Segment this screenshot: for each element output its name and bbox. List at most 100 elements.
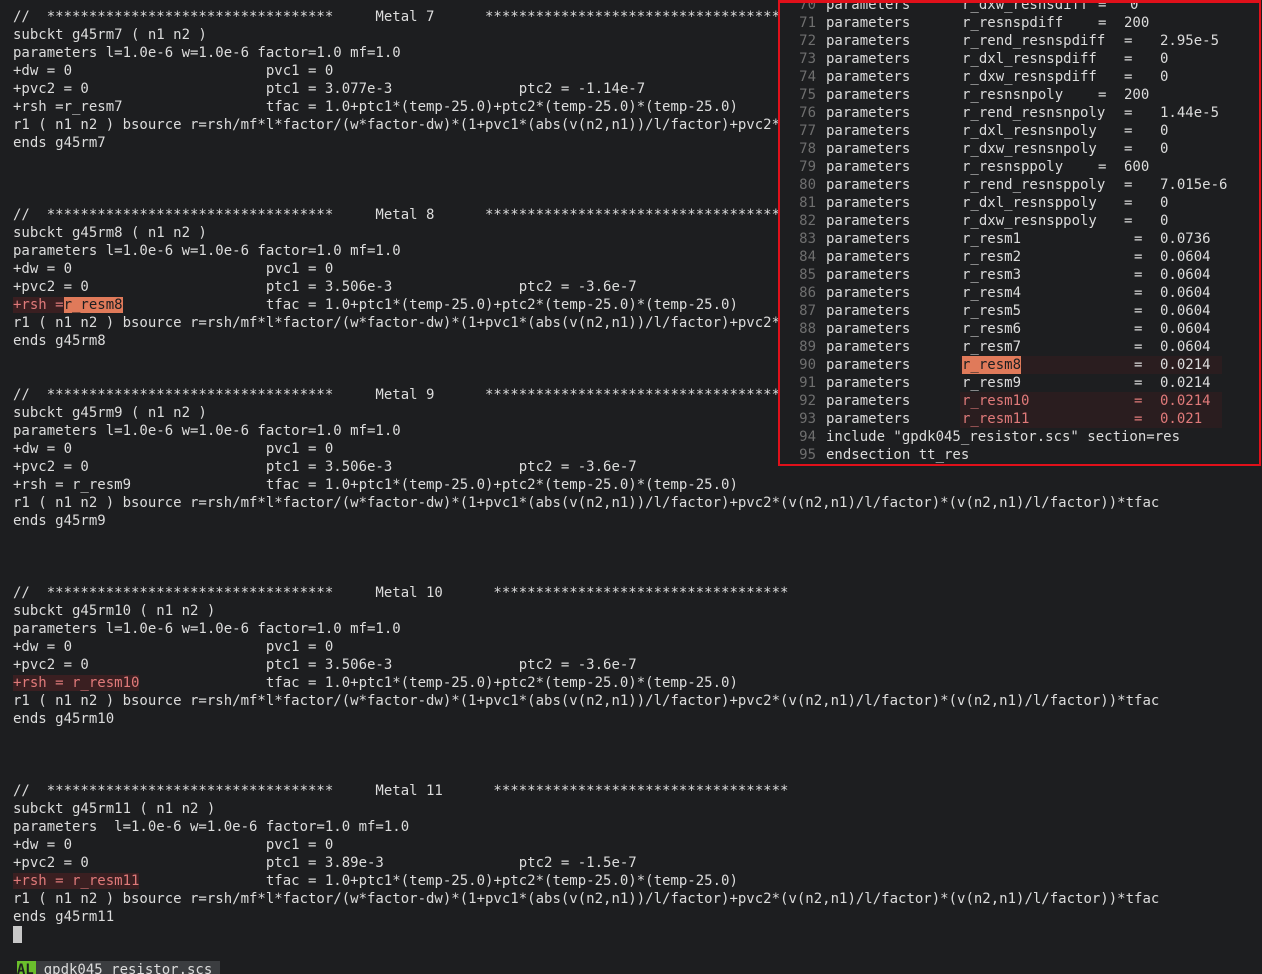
code-text: endsection tt_res	[826, 447, 970, 463]
code-line: r1 ( n1 n2 ) bsource r=rsh/mf*l*factor/(…	[13, 692, 1159, 710]
equals-sign: =	[1098, 15, 1107, 31]
param-name: r_dxw_resnsnpoly	[962, 141, 1097, 157]
param-value: 0	[1160, 141, 1169, 157]
param-row: 91 parameters r_resm9 = 0.0214	[780, 374, 1259, 392]
code-text: +pvc2 = 0 ptc1 = 3.077e-3 ptc2 = -1.14e-…	[13, 81, 646, 97]
line-number: 71	[799, 15, 816, 31]
param-name: r_resnspdiff	[962, 15, 1064, 31]
param-row: 75 parameters r_resnsnpoly = 200	[780, 86, 1259, 104]
param-value: 600	[1124, 159, 1150, 175]
code-text: ends g45rm7	[13, 135, 106, 151]
tail-line: 94 include "gpdk045_resistor.scs" section…	[780, 428, 1259, 446]
code-text: r1 ( n1 n2 ) bsource r=rsh/mf*l*factor/(…	[13, 891, 1160, 907]
code-line: +rsh = r_resm10 tfac = 1.0+ptc1*(temp-25…	[13, 674, 738, 692]
equals-sign: =	[1124, 141, 1133, 157]
param-value: 0.0214	[1160, 357, 1211, 373]
param-row: 86 parameters r_resm4 = 0.0604	[780, 284, 1259, 302]
keyword: parameters	[826, 33, 911, 49]
equals-sign: =	[1134, 357, 1143, 373]
code-line: // ********************************** Me…	[13, 782, 788, 800]
param-row: 81 parameters r_dxl_resnsppoly = 0	[780, 194, 1259, 212]
code-text: subckt g45rm7 ( n1 n2 )	[13, 27, 207, 43]
param-value: 0.0604	[1160, 285, 1211, 301]
line-number: 74	[799, 69, 816, 85]
code-text: include "gpdk045_resistor.scs" section=r…	[826, 429, 1181, 445]
param-name: r_rend_resnsnpoly	[962, 105, 1106, 121]
param-row: 84 parameters r_resm2 = 0.0604	[780, 248, 1259, 266]
text-cursor	[13, 926, 22, 943]
param-name: r_resm10	[962, 393, 1030, 409]
param-row: 73 parameters r_dxl_resnspdiff = 0	[780, 50, 1259, 68]
param-name: r_resm7	[962, 339, 1022, 355]
code-line: ends g45rm9	[13, 512, 106, 530]
keyword: parameters	[826, 285, 911, 301]
filename-tab[interactable]: gpdk045_resistor.scs	[35, 961, 221, 974]
param-row: 74 parameters r_dxw_resnspdiff = 0	[780, 68, 1259, 86]
keyword: parameters	[826, 69, 911, 85]
param-row: 82 parameters r_dxw_resnsppoly = 0	[780, 212, 1259, 230]
keyword: parameters	[826, 393, 911, 409]
code-text: tfac = 1.0+ptc1*(temp-25.0)+ptc2*(temp-2…	[122, 297, 738, 313]
mode-indicator: AL	[16, 961, 36, 974]
param-row: 92 parameters r_resm10 = 0.0214	[780, 392, 1259, 410]
line-number: 80	[799, 177, 816, 193]
code-text: +pvc2 = 0 ptc1 = 3.506e-3 ptc2 = -3.6e-7	[13, 459, 637, 475]
param-value: 0.0604	[1160, 267, 1211, 283]
line-number: 94	[799, 429, 816, 445]
keyword: parameters	[826, 195, 911, 211]
code-line: +pvc2 = 0 ptc1 = 3.077e-3 ptc2 = -1.14e-…	[13, 80, 645, 98]
equals-sign: =	[1134, 411, 1143, 427]
param-name: r_dxl_resnsppoly	[962, 195, 1097, 211]
search-match: +rsh = r_resm11	[13, 873, 140, 889]
equals-sign: =	[1134, 339, 1143, 355]
line-number: 95	[799, 447, 816, 463]
keyword: parameters	[826, 249, 911, 265]
code-line: // ********************************** Me…	[13, 206, 780, 224]
line-number: 85	[799, 267, 816, 283]
param-value: 0.0214	[1160, 375, 1211, 391]
param-row: 89 parameters r_resm7 = 0.0604	[780, 338, 1259, 356]
search-match: +rsh =	[13, 297, 64, 313]
floating-window[interactable]: 70 parameters r_dxw_resnsdiff = 0 71 parameter…	[778, 0, 1261, 466]
param-name: r_resnsnpoly	[962, 87, 1064, 103]
equals-sign: =	[1098, 87, 1107, 103]
equals-sign: =	[1098, 159, 1107, 175]
code-text: parameters l=1.0e-6 w=1.0e-6 factor=1.0 …	[13, 423, 401, 439]
param-row: 76 parameters r_rend_resnsnpoly = 1.44e-5	[780, 104, 1259, 122]
code-line: +pvc2 = 0 ptc1 = 3.506e-3 ptc2 = -3.6e-7	[13, 656, 637, 674]
code-text: subckt g45rm9 ( n1 n2 )	[13, 405, 207, 421]
param-name: r_rend_resnspdiff	[962, 33, 1106, 49]
line-number: 78	[799, 141, 816, 157]
code-line: ends g45rm10	[13, 710, 114, 728]
line-number: 77	[799, 123, 816, 139]
code-text: r1 ( n1 n2 ) bsource r=rsh/mf*l*factor/(…	[13, 495, 1160, 511]
line-number: 84	[799, 249, 816, 265]
param-row: 87 parameters r_resm5 = 0.0604	[780, 302, 1259, 320]
code-line: parameters l=1.0e-6 w=1.0e-6 factor=1.0 …	[13, 818, 409, 836]
param-row: 79 parameters r_resnsppoly = 600	[780, 158, 1259, 176]
code-line: +rsh =r_resm8 tfac = 1.0+ptc1*(temp-25.0…	[13, 296, 738, 314]
code-line: ends g45rm8	[13, 332, 106, 350]
equals-sign: =	[1134, 303, 1143, 319]
code-text: +pvc2 = 0 ptc1 = 3.506e-3 ptc2 = -3.6e-7	[13, 657, 637, 673]
code-text: // ********************************** Me…	[13, 387, 781, 403]
code-text: +dw = 0 pvc1 = 0	[13, 639, 334, 655]
param-name: r_dxw_resnsdiff	[962, 0, 1089, 13]
code-line: +rsh = r_resm9 tfac = 1.0+ptc1*(temp-25.…	[13, 476, 738, 494]
param-row: 80 parameters r_rend_resnsppoly = 7.015e-6	[780, 176, 1259, 194]
param-row: 90 parameters r_resm8 = 0.0214	[780, 356, 1259, 374]
param-value: 0.021	[1160, 411, 1203, 427]
param-name: r_resm3	[962, 267, 1022, 283]
line-number: 88	[799, 321, 816, 337]
param-value: 0	[1160, 123, 1169, 139]
keyword: parameters	[826, 177, 911, 193]
param-name: r_resm5	[962, 303, 1022, 319]
keyword: parameters	[826, 231, 911, 247]
code-text: parameters l=1.0e-6 w=1.0e-6 factor=1.0 …	[13, 45, 401, 61]
code-line: +dw = 0 pvc1 = 0	[13, 260, 333, 278]
line-number: 89	[799, 339, 816, 355]
code-text: +rsh =r_resm7 tfac = 1.0+ptc1*(temp-25.0…	[13, 99, 738, 115]
search-match: +rsh = r_resm10	[13, 675, 140, 691]
param-name: r_dxl_resnspdiff	[962, 51, 1097, 67]
equals-sign: =	[1124, 33, 1133, 49]
